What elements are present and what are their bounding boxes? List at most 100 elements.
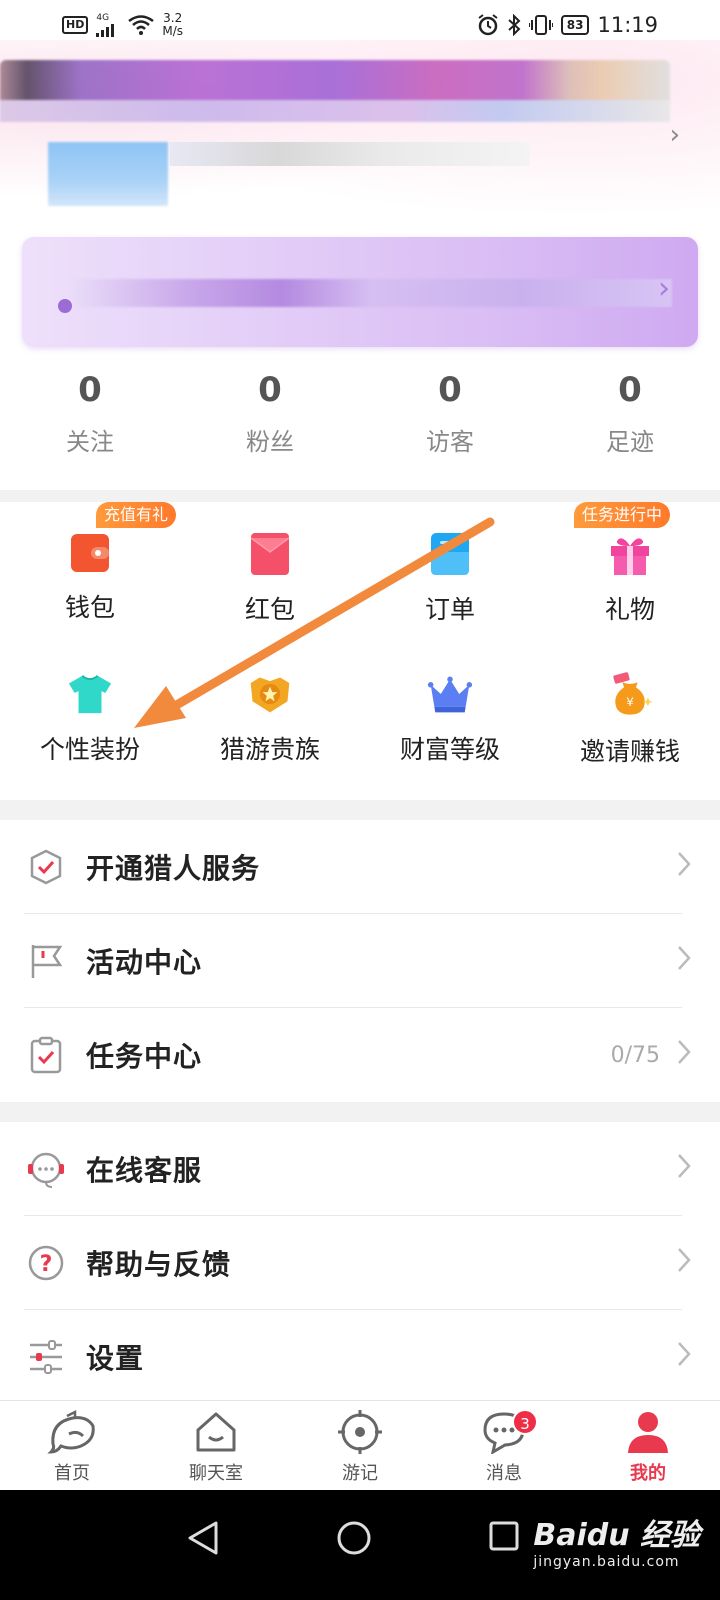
stat-visitors[interactable]: 0 访客 — [360, 370, 540, 470]
grid-item-gifts[interactable]: 任务进行中 礼物 — [540, 502, 720, 624]
tab-label: 消息 — [486, 1463, 522, 1484]
help-icon: ? — [26, 1243, 66, 1283]
watermark-url: jingyan.baidu.com — [533, 1554, 680, 1570]
chevron-right-icon — [678, 946, 691, 970]
chevron-right-icon — [678, 1040, 691, 1064]
blurred-banner-text — [72, 279, 672, 307]
chevron-right-icon — [678, 1248, 691, 1272]
home-circle-icon[interactable] — [336, 1520, 372, 1556]
system-navigation-bar: Baidu 经验 jingyan.baidu.com — [0, 1490, 720, 1600]
menu-item-label: 活动中心 — [86, 946, 203, 979]
wifi-icon — [128, 15, 155, 35]
menu-item-settings[interactable]: 设置 — [0, 1310, 720, 1404]
chatroom-house-icon — [193, 1409, 239, 1455]
network-speed: 3.2 M/s — [162, 12, 183, 38]
shield-check-icon — [26, 847, 66, 887]
grid-item-red-envelope[interactable]: 红包 — [180, 502, 360, 624]
unread-badge: 3 — [512, 1409, 538, 1435]
tab-label: 聊天室 — [189, 1463, 243, 1484]
flag-icon — [26, 941, 66, 981]
menu-item-label: 在线客服 — [86, 1154, 203, 1187]
bluetooth-icon — [508, 14, 521, 36]
chevron-right-icon — [678, 1342, 691, 1366]
grid-label: 财富等级 — [399, 735, 500, 764]
noble-badge-icon — [247, 672, 293, 716]
menu-group-support: 在线客服 ? 帮助与反馈 设置 — [0, 1122, 720, 1404]
stat-value: 0 — [618, 370, 642, 410]
promo-banner[interactable]: › — [22, 237, 698, 347]
grid-label: 邀请赚钱 — [579, 737, 680, 766]
tab-messages[interactable]: 3 消息 — [432, 1401, 576, 1490]
grid-item-dressup[interactable]: 个性装扮 — [0, 642, 180, 764]
stat-value: 0 — [438, 370, 462, 410]
network-type: 4G — [96, 13, 110, 23]
tab-label: 首页 — [54, 1463, 90, 1484]
back-icon[interactable] — [186, 1520, 220, 1556]
recharge-tag: 充值有礼 — [96, 502, 177, 528]
vibrate-icon — [528, 15, 553, 35]
stat-label: 访客 — [426, 428, 474, 456]
clock: 11:19 — [597, 13, 658, 37]
svg-text:¥: ¥ — [626, 695, 634, 709]
tab-label: 我的 — [630, 1463, 666, 1484]
blurred-avatar[interactable] — [48, 142, 168, 206]
menu-item-label: 帮助与反馈 — [86, 1248, 232, 1281]
tab-home[interactable]: 首页 — [0, 1401, 144, 1490]
banner-dot-icon — [58, 299, 72, 313]
profile-chevron-icon[interactable]: › — [670, 120, 680, 150]
tshirt-icon — [67, 672, 113, 716]
menu-item-activity-center[interactable]: 活动中心 — [0, 914, 720, 1008]
menu-item-help-feedback[interactable]: ? 帮助与反馈 — [0, 1216, 720, 1310]
tab-label: 游记 — [342, 1463, 378, 1484]
grid-item-orders[interactable]: 订单 — [360, 502, 540, 624]
blurred-user-info — [170, 142, 530, 166]
status-bar: HD 4G 3.2 M/s 83 11:19 — [0, 0, 720, 50]
crown-icon — [427, 672, 473, 716]
stat-label: 关注 — [66, 428, 114, 456]
menu-item-task-center[interactable]: 任务中心 0/75 — [0, 1008, 720, 1102]
watermark-logo: Baidu 经验 — [533, 1518, 700, 1553]
tab-mine[interactable]: 我的 — [576, 1401, 720, 1490]
stat-footprints[interactable]: 0 足迹 — [540, 370, 720, 470]
stat-fans[interactable]: 0 粉丝 — [180, 370, 360, 470]
headset-icon — [26, 1149, 66, 1189]
stat-value: 0 — [78, 370, 102, 410]
tab-chatroom[interactable]: 聊天室 — [144, 1401, 288, 1490]
speed-unit: M/s — [162, 24, 183, 38]
hd-indicator: HD — [62, 16, 89, 34]
stat-following[interactable]: 0 关注 — [0, 370, 180, 470]
menu-item-hunter-service[interactable]: 开通猎人服务 — [0, 820, 720, 914]
home-dolphin-icon — [47, 1409, 97, 1455]
feature-grid: 充值有礼 钱包 红包 订单 任务进行中 礼物 个性装扮 猎游贵族 财富等级 ¥ … — [0, 502, 720, 800]
chevron-right-icon — [678, 1154, 691, 1178]
recents-square-icon[interactable] — [488, 1520, 520, 1552]
grid-item-wealth-level[interactable]: 财富等级 — [360, 642, 540, 764]
menu-item-label: 任务中心 — [86, 1040, 203, 1073]
tab-travel-notes[interactable]: 游记 — [288, 1401, 432, 1490]
grid-item-wallet[interactable]: 充值有礼 钱包 — [0, 502, 180, 622]
profile-header: › › 0 关注 0 粉丝 0 访客 0 足迹 — [0, 0, 720, 490]
alarm-icon — [478, 14, 498, 36]
compass-icon — [337, 1409, 383, 1455]
gift-icon — [607, 532, 653, 576]
grid-label: 个性装扮 — [39, 735, 140, 764]
chevron-right-icon — [678, 852, 691, 876]
battery-indicator: 83 — [560, 15, 590, 35]
grid-label: 钱包 — [64, 593, 115, 622]
grid-item-invite[interactable]: ¥ 邀请赚钱 — [540, 642, 720, 766]
grid-item-noble[interactable]: 猎游贵族 — [180, 642, 360, 764]
profile-icon — [625, 1409, 671, 1455]
bottom-tab-bar: 首页 聊天室 游记 3 消息 我的 — [0, 1400, 720, 1490]
menu-item-label: 开通猎人服务 — [86, 852, 261, 885]
signal-icon: 4G — [96, 13, 120, 37]
stat-label: 粉丝 — [246, 428, 294, 456]
clipboard-check-icon — [26, 1035, 66, 1075]
svg-text:?: ? — [40, 1252, 53, 1277]
red-envelope-icon — [247, 532, 293, 576]
wallet-icon — [67, 532, 113, 574]
settings-sliders-icon — [26, 1337, 66, 1377]
grid-label: 猎游贵族 — [219, 735, 320, 764]
menu-item-customer-service[interactable]: 在线客服 — [0, 1122, 720, 1216]
stat-label: 足迹 — [606, 428, 654, 456]
grid-label: 订单 — [424, 595, 475, 624]
